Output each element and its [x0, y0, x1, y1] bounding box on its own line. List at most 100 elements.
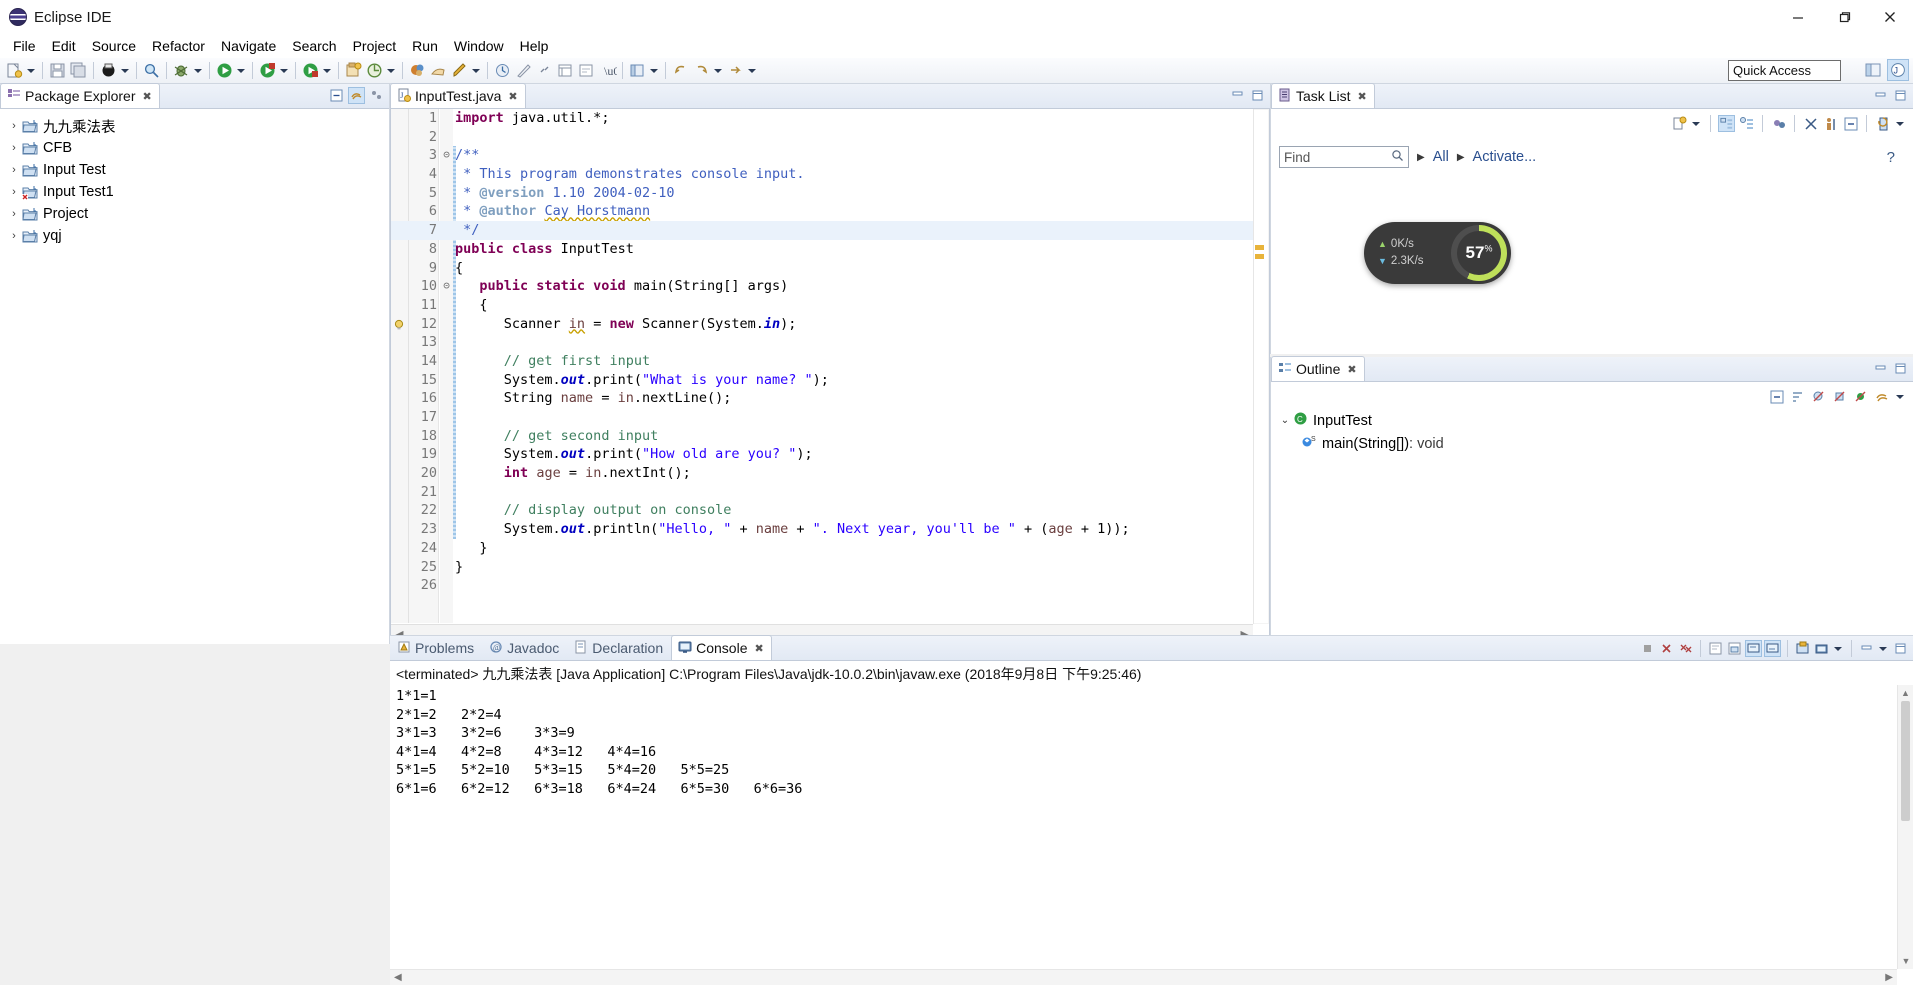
show-whitespace-icon[interactable] — [577, 61, 596, 80]
code-lines[interactable]: 1 import java.util.*; 2 3 ⊝/** 4 * This progr… — [391, 109, 1253, 623]
code-area[interactable]: 1 import java.util.*; 2 3 ⊝/** 4 * This progr… — [391, 109, 1253, 623]
code-text[interactable]: * @version 1.10 2004-02-10 — [455, 184, 674, 203]
remove-launch-icon[interactable] — [1658, 640, 1675, 657]
code-line[interactable]: 7 */ — [391, 221, 1253, 240]
code-line[interactable]: 22 // display output on console — [391, 501, 1253, 520]
run-dropdown-icon[interactable] — [235, 61, 246, 80]
quick-access-input[interactable]: Quick Access — [1728, 60, 1841, 81]
close-icon[interactable]: ✖ — [143, 90, 152, 103]
debug-icon[interactable] — [172, 61, 191, 80]
chevron-right-icon[interactable]: › — [6, 186, 22, 198]
tab-console[interactable]: Console ✖ — [671, 635, 772, 660]
outline-item-class[interactable]: ⌄ C InputTest — [1271, 409, 1913, 432]
editor-body[interactable]: 1 import java.util.*; 2 3 ⊝/** 4 * This progr… — [390, 109, 1270, 644]
show-console-on-output-icon[interactable] — [1745, 640, 1762, 657]
forward-icon[interactable] — [692, 61, 711, 80]
edit-task-icon[interactable] — [450, 61, 469, 80]
menu-project[interactable]: Project — [345, 36, 405, 56]
tab-inputtest-java[interactable]: J InputTest.java ✖ — [390, 83, 526, 108]
code-text[interactable]: */ — [455, 221, 479, 240]
print-icon[interactable] — [99, 61, 118, 80]
code-line[interactable]: 24 } — [391, 539, 1253, 558]
console-dropdown-icon[interactable] — [1832, 639, 1843, 658]
code-line[interactable]: 13 — [391, 333, 1253, 352]
code-text[interactable]: // get second input — [455, 427, 658, 446]
search-icon[interactable] — [142, 61, 161, 80]
code-text[interactable]: } — [455, 558, 463, 577]
code-text[interactable]: public class InputTest — [455, 240, 634, 259]
run-icon[interactable] — [215, 61, 234, 80]
open-perspective-icon[interactable] — [628, 61, 647, 80]
console-vertical-scrollbar[interactable]: ▲ ▼ — [1897, 685, 1913, 969]
forward-nav-icon[interactable] — [726, 61, 745, 80]
scheduled-presentation-icon[interactable] — [1738, 115, 1755, 132]
filter-activate-link[interactable]: Activate... — [1473, 149, 1537, 165]
console-horizontal-scrollbar[interactable]: ◀ ▶ — [390, 969, 1897, 985]
view-menu-icon[interactable] — [368, 87, 385, 104]
code-line[interactable]: 17 — [391, 408, 1253, 427]
outline-view-menu-icon[interactable] — [1894, 387, 1905, 406]
code-text[interactable]: import java.util.*; — [455, 109, 609, 128]
code-line[interactable]: 25} — [391, 558, 1253, 577]
close-icon[interactable]: ✖ — [755, 642, 764, 655]
code-line[interactable]: 21 — [391, 483, 1253, 502]
tree-item-project[interactable]: › 九九乘法表 — [2, 115, 389, 137]
close-icon[interactable]: ✖ — [508, 90, 517, 103]
menu-file[interactable]: File — [5, 36, 44, 56]
console-output[interactable]: 1*1=1 2*1=2 2*2=4 3*1=3 3*2=6 3*3=9 4*1=… — [390, 685, 1897, 969]
tab-task-list[interactable]: Task List ✖ — [1271, 83, 1375, 108]
menu-source[interactable]: Source — [84, 36, 144, 56]
code-line[interactable]: 18 // get second input — [391, 427, 1253, 446]
ruler-icon[interactable] — [514, 61, 533, 80]
clear-active-task-icon[interactable] — [1802, 115, 1819, 132]
code-line[interactable]: 12 Scanner in = new Scanner(System.in); — [391, 315, 1253, 334]
coverage-dropdown-icon[interactable] — [321, 61, 332, 80]
menu-run[interactable]: Run — [404, 36, 446, 56]
pin-console-icon[interactable] — [1764, 640, 1781, 657]
forward-nav-dropdown-icon[interactable] — [746, 61, 757, 80]
open-type-icon[interactable] — [408, 61, 427, 80]
link-icon[interactable] — [535, 61, 554, 80]
chevron-right-icon[interactable]: › — [6, 120, 22, 132]
new-task-dropdown-icon[interactable] — [1690, 114, 1701, 133]
back-icon[interactable] — [671, 61, 690, 80]
edit-task-dropdown-icon[interactable] — [470, 61, 481, 80]
scroll-lock-icon[interactable] — [1726, 640, 1743, 657]
code-text[interactable]: // get first input — [455, 352, 650, 371]
code-line[interactable]: 10 ⊝ public static void main(String[] arg… — [391, 277, 1253, 296]
synchronize-changed-icon[interactable] — [1874, 115, 1891, 132]
chevron-right-icon[interactable]: › — [6, 208, 22, 220]
code-line[interactable]: 11 { — [391, 296, 1253, 315]
new-java-project-icon[interactable] — [344, 61, 363, 80]
maximize-editor-icon[interactable] — [1249, 87, 1266, 104]
code-text[interactable]: /** — [455, 146, 479, 165]
warning-marker[interactable] — [1255, 245, 1264, 250]
tree-item-project[interactable]: › Input Test — [2, 159, 389, 181]
chevron-down-icon[interactable]: ⌄ — [1277, 415, 1293, 426]
code-line[interactable]: 1 import java.util.*; — [391, 109, 1253, 128]
code-text[interactable]: } — [455, 539, 487, 558]
maximize-panel-icon[interactable] — [1892, 360, 1909, 377]
close-icon[interactable]: ✖ — [1357, 90, 1366, 103]
scroll-up-icon[interactable]: ▲ — [1898, 685, 1913, 701]
chevron-right-icon[interactable]: ▶ — [1457, 152, 1465, 163]
chevron-right-icon[interactable]: › — [6, 164, 22, 176]
open-task-icon[interactable] — [429, 61, 448, 80]
open-perspective-dropdown-icon[interactable] — [648, 61, 659, 80]
overview-ruler[interactable] — [1254, 110, 1268, 623]
menu-search[interactable]: Search — [284, 36, 344, 56]
code-line[interactable]: 5 * @version 1.10 2004-02-10 — [391, 184, 1253, 203]
new-wizard-dropdown-icon[interactable] — [25, 61, 36, 80]
save-all-icon[interactable] — [69, 61, 88, 80]
collapse-all-icon[interactable] — [328, 87, 345, 104]
tree-item-project[interactable]: › Input Test1 — [2, 181, 389, 203]
link-with-editor-icon[interactable] — [348, 87, 365, 104]
network-speed-widget[interactable]: ▲ 0K/s ▼ 2.3K/s 57% — [1364, 222, 1511, 284]
code-line[interactable]: 16 String name = in.nextLine(); — [391, 389, 1253, 408]
scroll-down-icon[interactable]: ▼ — [1898, 953, 1913, 969]
open-perspective-button[interactable] — [1862, 59, 1884, 81]
code-line[interactable]: 20 int age = in.nextInt(); — [391, 464, 1253, 483]
code-text[interactable]: { — [455, 259, 463, 278]
print-dropdown-icon[interactable] — [119, 61, 130, 80]
activate-task-icon[interactable] — [1822, 115, 1839, 132]
